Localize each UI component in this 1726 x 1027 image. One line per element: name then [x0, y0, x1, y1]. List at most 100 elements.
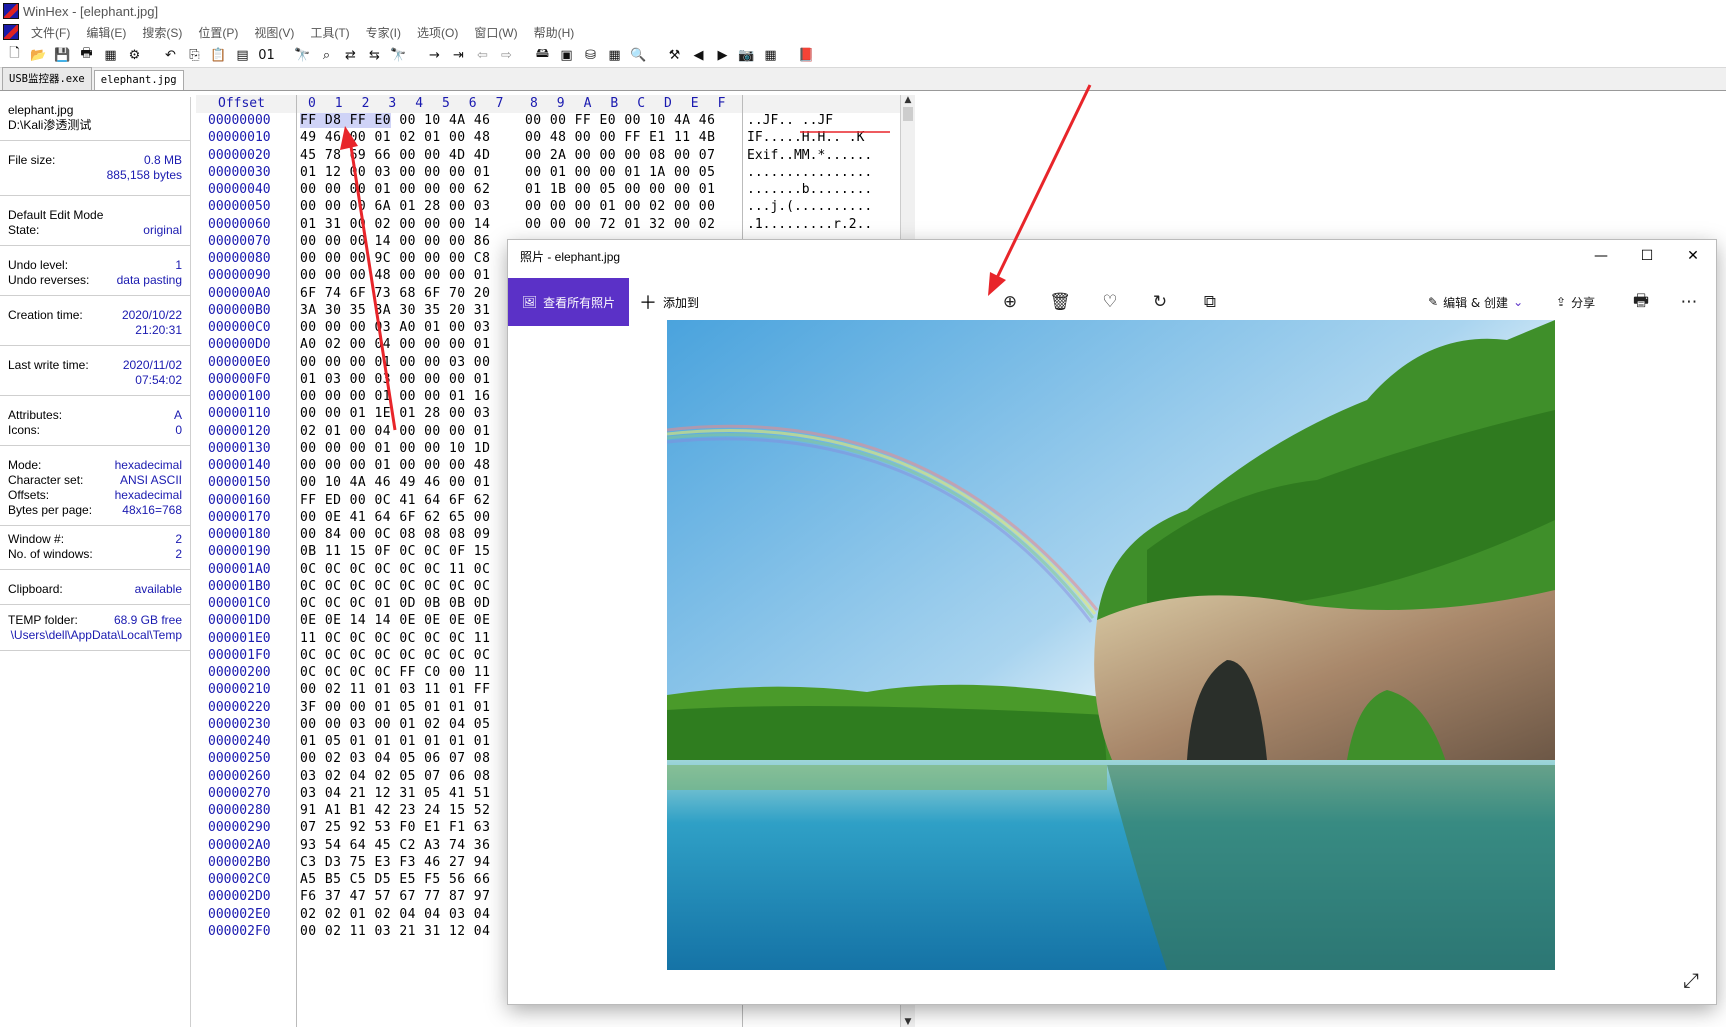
- open-folder-icon[interactable]: 📂: [29, 46, 48, 64]
- hex-bytes-left: 0C 0C 0C 01 0D 0B 0B 0D: [300, 596, 491, 611]
- save-icon[interactable]: 💾: [53, 46, 72, 64]
- creation-time-label: Creation time:: [8, 308, 83, 322]
- binary-icon[interactable]: 01: [257, 46, 276, 64]
- scroll-down-icon[interactable]: ▼: [901, 1017, 915, 1027]
- hex-bytes-left: 00 00 00 01 00 00 00 48: [300, 458, 491, 473]
- hex-row[interactable]: 00000060 01 31 00 02 00 00 00 14 00 00 00 …: [196, 217, 904, 236]
- bytes-per-page-label: Bytes per page:: [8, 503, 93, 517]
- undo-reverses-value: data pasting: [116, 273, 182, 287]
- view-all-photos-button[interactable]: 🖼 查看所有照片: [508, 278, 629, 326]
- forward-icon[interactable]: ⇨: [497, 46, 516, 64]
- prev-icon[interactable]: ◀: [689, 46, 708, 64]
- menu-expert[interactable]: 专家(I): [360, 24, 411, 41]
- edit-create-button[interactable]: ✎ 编辑 & 创建 ⌄: [1428, 291, 1523, 313]
- fullscreen-icon[interactable]: ⤢: [1683, 968, 1699, 992]
- bytes-per-page-value: 48x16=768: [122, 503, 182, 517]
- hex-bytes-right: 00 00 FF E0 00 10 4A 46: [525, 113, 716, 128]
- mode-label: Mode:: [8, 458, 42, 472]
- properties-icon[interactable]: ▦: [101, 46, 120, 64]
- hex-bytes-left: 45 78 69 66 00 00 4D 4D: [300, 147, 491, 163]
- hex-col-header: 0: [308, 96, 316, 111]
- book-icon[interactable]: 📕: [797, 46, 816, 64]
- maximize-icon[interactable]: ☐: [1624, 240, 1670, 272]
- goto-sector-icon[interactable]: ⇥: [449, 46, 468, 64]
- hex-row[interactable]: 00000000 FF D8 FF E0 00 10 4A 46 00 00 FF …: [196, 113, 904, 132]
- hex-bytes-left: 00 00 00 01 00 00 00 62: [300, 182, 491, 197]
- rotate-icon[interactable]: ↻: [1148, 291, 1172, 313]
- delete-icon[interactable]: 🗑: [1048, 291, 1072, 313]
- hex-row[interactable]: 00000020 45 78 69 66 00 00 4D 4D 00 2A 00 …: [196, 148, 904, 167]
- hex-row[interactable]: 00000050 00 00 00 6A 01 28 00 03 00 00 00 …: [196, 199, 904, 218]
- print-photo-icon[interactable]: 🖶: [1629, 291, 1653, 313]
- menu-position[interactable]: 位置(P): [192, 24, 248, 41]
- hex-bytes-left: FF ED 00 0C 41 64 6F 62: [300, 492, 491, 508]
- share-button[interactable]: ⇪ 分享: [1556, 291, 1595, 313]
- state-label: State:: [8, 223, 40, 237]
- hex-bytes-left: 00 00 03 00 01 02 04 05: [300, 716, 491, 732]
- goto-offset-icon[interactable]: →: [425, 46, 444, 64]
- hex-bytes-left: 0E 0E 14 14 0E 0E 0E 0E: [300, 613, 491, 629]
- run-icon[interactable]: ⚙: [125, 46, 144, 64]
- hex-offset: 00000250: [208, 751, 271, 767]
- disk-icon[interactable]: ⛁: [581, 46, 600, 64]
- find-text-icon[interactable]: 🔭: [293, 46, 312, 64]
- hex-offset: 00000280: [208, 803, 271, 818]
- temp-folder-value: 68.9 GB free: [113, 613, 182, 627]
- print-icon[interactable]: 🖶: [77, 46, 96, 64]
- hex-offset: 000001D0: [208, 613, 271, 629]
- paste-icon[interactable]: 📋: [209, 46, 228, 64]
- hex-bytes-left: A5 B5 C5 D5 E5 F5 56 66: [300, 872, 491, 887]
- disk-editor-icon[interactable]: 🖴: [533, 46, 552, 64]
- more-icon[interactable]: ⋯: [1677, 291, 1701, 313]
- camera-icon[interactable]: 📷: [737, 46, 756, 64]
- copy-icon[interactable]: ⎘: [185, 46, 204, 64]
- close-icon[interactable]: ✕: [1670, 240, 1716, 272]
- menu-window[interactable]: 窗口(W): [468, 24, 527, 41]
- menu-help[interactable]: 帮助(H): [528, 24, 585, 41]
- new-file-icon[interactable]: 🗋: [5, 46, 24, 64]
- add-to-button[interactable]: ＋ 添加到: [639, 278, 699, 326]
- replace-text-icon[interactable]: ⇄: [341, 46, 360, 64]
- creation-date: 2020/10/22: [121, 308, 182, 322]
- hex-offset: 000001A0: [208, 561, 271, 577]
- hex-offset: 00000130: [208, 440, 271, 456]
- replace-hex-icon[interactable]: ⇆: [365, 46, 384, 64]
- zoom-in-icon[interactable]: ⊕: [998, 291, 1022, 313]
- menu-view[interactable]: 视图(V): [248, 24, 304, 41]
- hex-bytes-left: 01 05 01 01 01 01 01 01: [300, 734, 491, 749]
- back-icon[interactable]: ⇦: [473, 46, 492, 64]
- ram-editor-icon[interactable]: ▣: [557, 46, 576, 64]
- crop-icon[interactable]: ⧉: [1198, 291, 1222, 313]
- hex-offset: 000002E0: [208, 906, 271, 922]
- hex-col-header: A: [583, 96, 592, 111]
- hex-row[interactable]: 00000030 01 12 00 03 00 00 00 01 00 01 00 …: [196, 165, 904, 184]
- tools-icon[interactable]: ⚒: [665, 46, 684, 64]
- calculator-icon[interactable]: ▦: [605, 46, 624, 64]
- undo-icon[interactable]: ↶: [161, 46, 180, 64]
- find-next-icon[interactable]: 🔭: [389, 46, 408, 64]
- hex-row[interactable]: 00000010 49 46 00 01 02 01 00 48 00 48 00 …: [196, 130, 904, 149]
- menu-edit[interactable]: 编辑(E): [80, 24, 136, 41]
- menu-tools[interactable]: 工具(T): [304, 24, 359, 41]
- favorite-icon[interactable]: ♡: [1098, 291, 1122, 313]
- minimize-icon[interactable]: —: [1578, 240, 1624, 272]
- tab-usb-monitor[interactable]: USB监控器.exe: [2, 67, 92, 90]
- grid-icon[interactable]: ▦: [761, 46, 780, 64]
- menu-options[interactable]: 选项(O): [411, 24, 468, 41]
- magnifier-icon[interactable]: 🔍: [629, 46, 648, 64]
- document-logo-icon[interactable]: [3, 24, 19, 40]
- hex-col-header: F: [717, 96, 726, 111]
- next-icon[interactable]: ▶: [713, 46, 732, 64]
- tab-elephant[interactable]: elephant.jpg: [93, 70, 184, 90]
- scroll-thumb[interactable]: [903, 107, 913, 121]
- hex-col-header: C: [637, 96, 646, 111]
- menu-search[interactable]: 搜索(S): [136, 24, 192, 41]
- hex-row[interactable]: 00000040 00 00 00 01 00 00 00 62 01 1B 00 …: [196, 182, 904, 201]
- scroll-up-icon[interactable]: ▲: [901, 95, 915, 105]
- menu-file[interactable]: 文件(F): [25, 24, 80, 41]
- hex-bytes-left: 91 A1 B1 42 23 24 15 52: [300, 803, 491, 818]
- paste-write-icon[interactable]: ▤: [233, 46, 252, 64]
- undo-level-label: Undo level:: [8, 258, 69, 272]
- find-hex-icon[interactable]: ⌕: [317, 46, 336, 64]
- attributes-value: A: [173, 408, 182, 422]
